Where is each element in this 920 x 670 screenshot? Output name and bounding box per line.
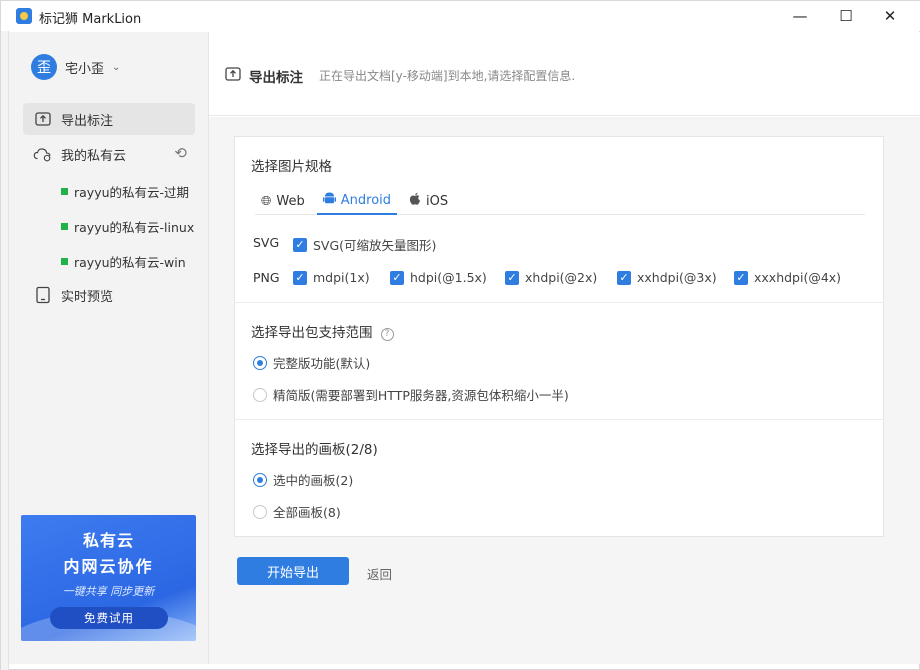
sidebar-item-label: 导出标注 bbox=[61, 113, 114, 129]
checkmark-icon: ✓ bbox=[293, 270, 307, 285]
png-xhdpi-checkbox[interactable]: ✓ xhdpi(@2x) bbox=[505, 270, 597, 285]
tab-android[interactable]: Android bbox=[316, 187, 398, 215]
cloud-item-label: rayyu的私有云-过期 bbox=[74, 185, 190, 200]
tab-label: Android bbox=[340, 192, 392, 208]
cloud-item-label: rayyu的私有云-win bbox=[74, 255, 186, 270]
cloud-icon bbox=[33, 144, 53, 164]
minimize-button[interactable]: — bbox=[777, 1, 823, 31]
artboards-section: 选择导出的画板(2/8) 选中的画板(2) 全部画板(8) bbox=[235, 420, 883, 536]
radio-unselected-icon bbox=[253, 387, 267, 402]
status-dot bbox=[61, 188, 68, 195]
radio-selected-icon bbox=[253, 355, 267, 370]
scope-full-radio[interactable]: 完整版功能(默认) bbox=[253, 353, 370, 372]
globe-icon: 🌐︎ bbox=[261, 193, 272, 209]
avatar: 歪 bbox=[31, 54, 57, 80]
tablet-icon bbox=[33, 285, 53, 305]
promo-tagline: 一键共享 同步更新 bbox=[62, 585, 155, 598]
cloud-item-win[interactable]: rayyu的私有云-win bbox=[61, 252, 186, 271]
status-dot bbox=[61, 223, 68, 230]
cloud-item-label: rayyu的私有云-linux bbox=[74, 220, 195, 235]
section-title: 选择导出的画板(2/8) bbox=[251, 442, 378, 458]
sidebar: 歪 宅小歪 ⌄ 导出标注 我的私有云 ⟲ rayyu的私有云-过期 rayyu的… bbox=[9, 32, 209, 664]
checkmark-icon: ✓ bbox=[505, 270, 519, 285]
promo-banner[interactable]: 私有云 内网云协作 一键共享 同步更新 免费试用 bbox=[21, 515, 196, 641]
export-config-card: 选择图片规格 🌐︎ Web Android iOS SVG ✓ SVG(可缩放矢… bbox=[234, 136, 884, 537]
start-export-button[interactable]: 开始导出 bbox=[237, 557, 349, 585]
png-xxxhdpi-checkbox[interactable]: ✓ xxxhdpi(@4x) bbox=[734, 270, 841, 285]
boards-selected-radio[interactable]: 选中的画板(2) bbox=[253, 470, 353, 489]
boards-all-radio[interactable]: 全部画板(8) bbox=[253, 502, 341, 521]
checkmark-icon: ✓ bbox=[617, 270, 631, 285]
refresh-icon[interactable]: ⟲ bbox=[174, 144, 187, 162]
checkmark-icon: ✓ bbox=[293, 237, 307, 252]
tab-label: Web bbox=[276, 193, 305, 209]
cloud-item-linux[interactable]: rayyu的私有云-linux bbox=[61, 217, 194, 236]
svg-checkbox[interactable]: ✓ SVG(可缩放矢量图形) bbox=[293, 235, 436, 254]
help-icon[interactable]: ? bbox=[380, 327, 394, 341]
promo-subtitle: 内网云协作 bbox=[63, 557, 154, 576]
platform-tabs: 🌐︎ Web Android iOS bbox=[255, 187, 865, 215]
radio-unselected-icon bbox=[253, 504, 267, 519]
radio-label: 完整版功能(默认) bbox=[273, 356, 371, 371]
status-dot bbox=[61, 258, 68, 265]
checkbox-label: SVG(可缩放矢量图形) bbox=[313, 238, 437, 253]
image-spec-section: 选择图片规格 🌐︎ Web Android iOS SVG ✓ SVG(可缩放矢… bbox=[235, 137, 883, 303]
checkbox-label: xxhdpi(@3x) bbox=[637, 270, 717, 285]
checkmark-icon: ✓ bbox=[390, 270, 404, 285]
export-icon bbox=[33, 109, 53, 129]
checkbox-label: xhdpi(@2x) bbox=[525, 270, 598, 285]
png-label: PNG bbox=[253, 270, 280, 285]
maximize-button[interactable]: ☐ bbox=[823, 1, 869, 31]
main-panel: 导出标注 正在导出文档[y-移动端]到本地,请选择配置信息. 选择图片规格 🌐︎… bbox=[209, 32, 920, 664]
desktop-edge bbox=[1, 31, 9, 670]
sidebar-item-export[interactable]: 导出标注 bbox=[23, 103, 195, 135]
svg-label: SVG bbox=[253, 235, 280, 250]
close-button[interactable]: ✕ bbox=[867, 1, 913, 31]
app-window: 标记狮 MarkLion — ☐ ✕ 歪 宅小歪 ⌄ 导出标注 我的私有云 ⟲ … bbox=[0, 0, 920, 670]
sidebar-item-live-preview[interactable]: 实时预览 bbox=[23, 279, 195, 311]
png-xxhdpi-checkbox[interactable]: ✓ xxhdpi(@3x) bbox=[617, 270, 717, 285]
section-title: 选择导出包支持范围? bbox=[251, 321, 394, 341]
free-trial-button[interactable]: 免费试用 bbox=[50, 607, 168, 629]
scope-lite-radio[interactable]: 精简版(需要部署到HTTP服务器,资源包体积缩小一半) bbox=[253, 385, 569, 404]
sidebar-item-label: 我的私有云 bbox=[61, 148, 127, 164]
section-title-text: 选择导出包支持范围 bbox=[251, 325, 373, 341]
png-mdpi-checkbox[interactable]: ✓ mdpi(1x) bbox=[293, 270, 370, 285]
export-scope-section: 选择导出包支持范围? 完整版功能(默认) 精简版(需要部署到HTTP服务器,资源… bbox=[235, 303, 883, 420]
checkbox-label: mdpi(1x) bbox=[313, 270, 370, 285]
radio-label: 全部画板(8) bbox=[273, 505, 341, 520]
page-header: 导出标注 正在导出文档[y-移动端]到本地,请选择配置信息. bbox=[209, 32, 920, 116]
window-title: 标记狮 MarkLion bbox=[39, 12, 142, 27]
page-title: 导出标注 bbox=[249, 70, 303, 86]
chevron-down-icon: ⌄ bbox=[112, 61, 121, 73]
promo-title: 私有云 bbox=[82, 531, 134, 550]
page-description: 正在导出文档[y-移动端]到本地,请选择配置信息. bbox=[319, 69, 576, 83]
export-icon bbox=[224, 65, 241, 81]
checkmark-icon: ✓ bbox=[734, 270, 748, 285]
radio-selected-icon bbox=[253, 472, 267, 487]
android-icon bbox=[322, 191, 336, 209]
checkbox-label: hdpi(@1.5x) bbox=[410, 270, 487, 285]
title-bar: 标记狮 MarkLion — ☐ ✕ bbox=[1, 1, 920, 31]
radio-label: 选中的画板(2) bbox=[273, 473, 354, 488]
user-menu[interactable]: 歪 宅小歪 ⌄ bbox=[31, 54, 120, 80]
tab-web[interactable]: 🌐︎ Web bbox=[255, 187, 311, 215]
sidebar-item-label: 实时预览 bbox=[61, 289, 114, 305]
checkbox-label: xxxhdpi(@4x) bbox=[754, 270, 842, 285]
sidebar-item-private-cloud[interactable]: 我的私有云 ⟲ bbox=[23, 138, 195, 170]
radio-label: 精简版(需要部署到HTTP服务器,资源包体积缩小一半) bbox=[273, 388, 569, 403]
apple-icon bbox=[409, 192, 421, 210]
section-title: 选择图片规格 bbox=[251, 159, 332, 175]
user-name: 宅小歪 bbox=[65, 61, 105, 77]
cloud-item-expired[interactable]: rayyu的私有云-过期 bbox=[61, 182, 189, 201]
tab-ios[interactable]: iOS bbox=[403, 187, 454, 215]
tab-label: iOS bbox=[426, 193, 449, 209]
marklion-logo-icon bbox=[16, 8, 32, 24]
png-hdpi-checkbox[interactable]: ✓ hdpi(@1.5x) bbox=[390, 270, 487, 285]
back-link[interactable]: 返回 bbox=[367, 564, 392, 583]
